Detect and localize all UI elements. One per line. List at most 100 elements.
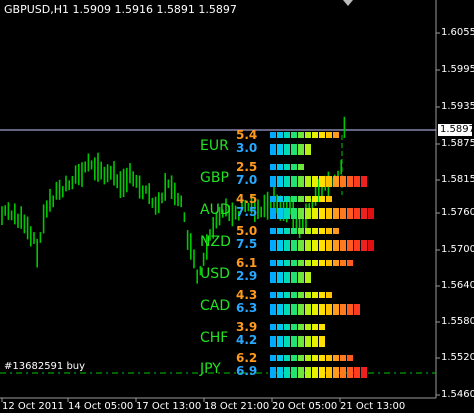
strength-bar-segment xyxy=(291,272,297,283)
strength-bar-segment xyxy=(298,260,304,266)
price-axis-label: 1.5760 xyxy=(441,207,474,218)
strength-value-secondary: 2.9 xyxy=(236,269,258,283)
current-price-label: 1.5897 xyxy=(438,124,474,136)
strength-bar-segment xyxy=(270,324,276,330)
currency-label: CAD xyxy=(200,298,231,314)
strength-bar-segment xyxy=(291,355,297,361)
price-axis-label: 1.5640 xyxy=(441,280,474,291)
strength-value-secondary: 3.0 xyxy=(236,141,258,155)
strength-bar-segment xyxy=(270,367,276,378)
strength-bar-segment xyxy=(319,355,325,361)
strength-bar-segment xyxy=(319,304,325,315)
strength-bar-segment xyxy=(312,176,318,187)
strength-bar-segment xyxy=(333,260,339,266)
strength-bar-segment xyxy=(347,304,353,315)
strength-bar-segment xyxy=(270,208,276,219)
strength-value-primary: 6.2 xyxy=(236,351,258,365)
strength-bar-segment xyxy=(312,336,318,347)
currency-label: CHF xyxy=(200,330,229,346)
strength-bar-segment xyxy=(298,355,304,361)
strength-bar-segment xyxy=(270,304,276,315)
price-axis-label: 1.6055 xyxy=(441,27,474,38)
strength-value-primary: 5.4 xyxy=(236,128,258,142)
strength-bar-segment xyxy=(326,228,332,234)
strength-bar-segment xyxy=(284,304,290,315)
strength-bar-segment xyxy=(305,304,311,315)
strength-bar-segment xyxy=(291,367,297,378)
strength-bar-segment xyxy=(305,132,311,138)
strength-bar-segment xyxy=(270,292,276,298)
strength-bar-segment xyxy=(284,164,290,170)
strength-bar-segment xyxy=(312,324,318,330)
strength-bar-segment xyxy=(277,208,283,219)
strength-bar-segment xyxy=(284,260,290,266)
strength-bar-segment xyxy=(333,228,339,234)
price-axis-label: 1.5815 xyxy=(441,174,474,185)
strength-bar-segment xyxy=(284,355,290,361)
strength-bar-segment xyxy=(291,176,297,187)
strength-bar-segment xyxy=(305,272,311,283)
strength-bar-segment xyxy=(270,132,276,138)
strength-bar-segment xyxy=(354,304,360,315)
strength-bar-segment xyxy=(305,336,311,347)
strength-bar-segment xyxy=(340,260,346,266)
time-axis-label: 20 Oct 05:00 xyxy=(272,401,338,412)
strength-bar-segment xyxy=(270,336,276,347)
strength-bar-segment xyxy=(319,240,325,251)
strength-bar-segment xyxy=(340,240,346,251)
strength-bar-segment xyxy=(270,272,276,283)
strength-bar-segment xyxy=(347,367,353,378)
currency-label: JPY xyxy=(200,361,221,377)
strength-bar-segment xyxy=(298,208,304,219)
strength-bar-segment xyxy=(361,176,367,187)
strength-bar-segment xyxy=(270,260,276,266)
strength-bar-segment xyxy=(312,304,318,315)
strength-value-primary: 3.9 xyxy=(236,320,258,334)
strength-bar-segment xyxy=(326,196,332,202)
time-axis-label: 14 Oct 05:00 xyxy=(68,401,134,412)
currency-label: NZD xyxy=(200,234,231,250)
strength-bar-segment xyxy=(291,304,297,315)
strength-bar-segment xyxy=(305,355,311,361)
strength-bar-segment xyxy=(333,176,339,187)
strength-bar-segment xyxy=(326,132,332,138)
strength-bar-segment xyxy=(333,240,339,251)
strength-bar-segment xyxy=(298,324,304,330)
strength-bar-segment xyxy=(298,240,304,251)
strength-bar-segment xyxy=(326,208,332,219)
strength-value-secondary: 7.5 xyxy=(236,205,258,219)
strength-bar-segment xyxy=(305,176,311,187)
strength-bar-segment xyxy=(305,292,311,298)
strength-bar-segment xyxy=(291,324,297,330)
time-axis-label: 17 Oct 13:00 xyxy=(136,401,202,412)
strength-bar-segment xyxy=(298,196,304,202)
strength-bar-segment xyxy=(368,240,374,251)
order-label[interactable]: #13682591 buy xyxy=(4,361,85,372)
strength-bar-segment xyxy=(270,176,276,187)
strength-bar-segment xyxy=(291,292,297,298)
time-axis-label: 18 Oct 21:00 xyxy=(204,401,270,412)
strength-bar-segment xyxy=(277,144,283,155)
strength-bar-segment xyxy=(312,355,318,361)
strength-bar-segment xyxy=(319,260,325,266)
strength-bar-segment xyxy=(284,196,290,202)
strength-bar-segment xyxy=(333,304,339,315)
strength-value-primary: 5.0 xyxy=(236,224,258,238)
strength-bar-segment xyxy=(284,176,290,187)
strength-bar-segment xyxy=(277,304,283,315)
strength-value-secondary: 6.9 xyxy=(236,364,258,378)
strength-bar-segment xyxy=(333,208,339,219)
strength-bar-segment xyxy=(326,260,332,266)
strength-value-primary: 4.5 xyxy=(236,192,258,206)
strength-bar-segment xyxy=(277,355,283,361)
currency-label: AUD xyxy=(200,202,231,218)
strength-bar-segment xyxy=(291,208,297,219)
strength-bar-segment xyxy=(340,355,346,361)
strength-bar-segment xyxy=(284,324,290,330)
strength-bar-segment xyxy=(298,367,304,378)
strength-bar-segment xyxy=(354,240,360,251)
strength-bar-segment xyxy=(291,240,297,251)
strength-bar-segment xyxy=(284,208,290,219)
strength-bar-segment xyxy=(305,240,311,251)
strength-bar-segment xyxy=(284,336,290,347)
